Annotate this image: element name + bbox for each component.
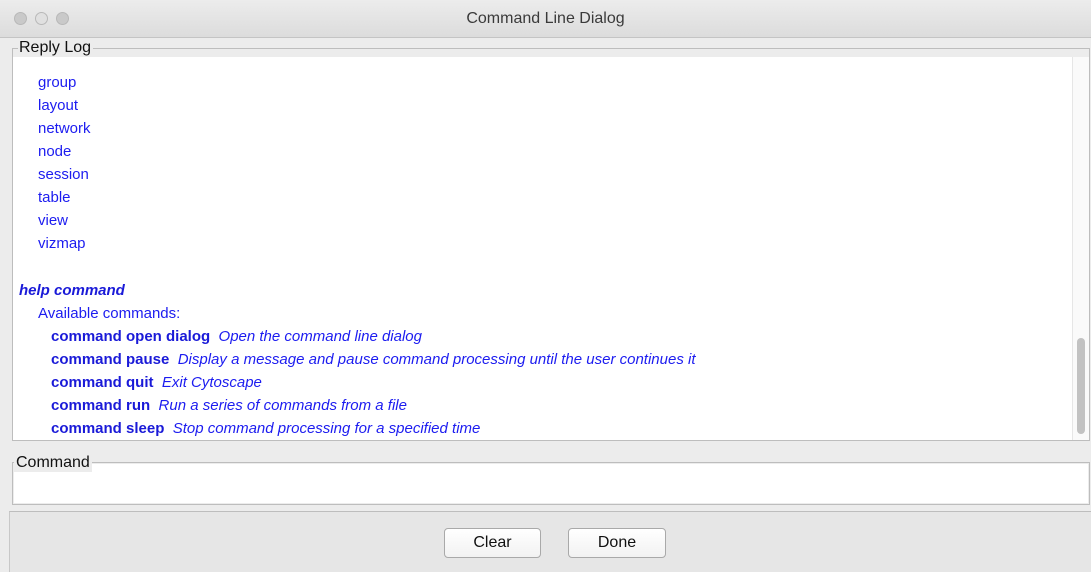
help-command-header: help command (19, 282, 125, 299)
command-line-dialog: Command Line Dialog Reply Log group layo… (0, 0, 1091, 572)
window-title: Command Line Dialog (466, 10, 625, 27)
namespace-node: node (38, 143, 72, 160)
scrollbar-thumb[interactable] (1077, 338, 1085, 434)
command-entry: command sleep Stop command processing fo… (51, 420, 480, 437)
command-description: Run a series of commands from a file (158, 397, 407, 414)
reply-log-label: Reply Log (18, 39, 94, 57)
command-label: Command (14, 454, 92, 472)
clear-button[interactable]: Clear (444, 528, 541, 558)
button-bar (9, 511, 1091, 572)
command-name: command sleep (51, 420, 165, 437)
command-description: Exit Cytoscape (161, 374, 262, 391)
command-description: Display a message and pause command proc… (177, 351, 696, 368)
command-panel (12, 462, 1090, 505)
command-entry: command pause Display a message and paus… (51, 351, 696, 368)
command-entry: command run Run a series of commands fro… (51, 397, 407, 414)
command-name: command pause (51, 351, 170, 368)
namespace-layout: layout (38, 97, 79, 114)
namespace-table: table (38, 189, 71, 206)
namespace-network: network (38, 120, 91, 137)
command-name: command quit (51, 374, 154, 391)
command-description: Stop command processing for a specified … (172, 420, 481, 437)
command-name: command open dialog (51, 328, 211, 345)
command-description: Open the command line dialog (218, 328, 422, 345)
namespace-vizmap: vizmap (38, 235, 86, 252)
namespace-group: group (38, 74, 77, 91)
clipped-line-fragment (38, 57, 46, 61)
command-input[interactable] (14, 464, 1088, 503)
reply-log-text-area[interactable]: group layout network node session table … (13, 57, 1089, 440)
title-bar: Command Line Dialog (0, 0, 1091, 38)
done-button[interactable]: Done (568, 528, 666, 558)
command-entry: command quit Exit Cytoscape (51, 374, 262, 391)
available-commands-label: Available commands: (38, 305, 181, 322)
namespace-session: session (38, 166, 89, 183)
command-name: command run (51, 397, 151, 414)
command-entry: command open dialog Open the command lin… (51, 328, 422, 345)
reply-log-scrollbar[interactable] (1072, 57, 1089, 440)
namespace-view: view (38, 212, 69, 229)
